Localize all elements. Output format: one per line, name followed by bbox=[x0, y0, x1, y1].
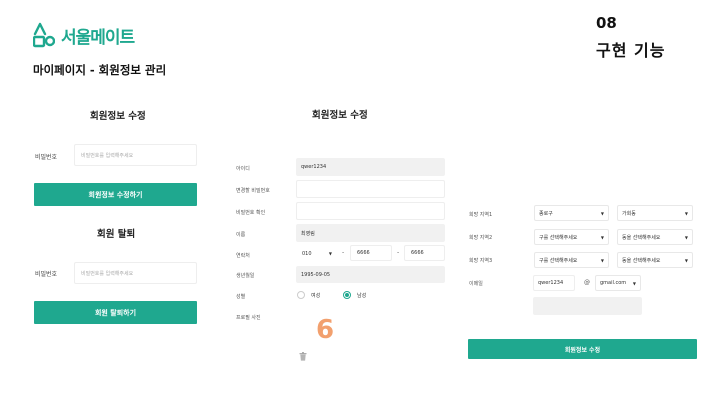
email-id-input[interactable]: qwer1234 bbox=[533, 275, 575, 291]
brand-name: 서울메이트 bbox=[61, 27, 135, 48]
caret-down-icon: ▼ bbox=[684, 257, 688, 263]
id-label: 아이디 bbox=[236, 166, 250, 172]
radio-icon bbox=[297, 291, 305, 299]
phone-label: 연락처 bbox=[236, 253, 250, 259]
caret-down-icon: ▼ bbox=[600, 234, 604, 240]
email-label: 이메일 bbox=[469, 281, 483, 287]
edit-submit-button[interactable]: 회원정보 수정하기 bbox=[34, 183, 197, 206]
region3-label: 희망 지역3 bbox=[469, 258, 493, 264]
caret-down-icon: ▼ bbox=[600, 210, 604, 216]
region2-gu-select[interactable]: 구를 선택해주세요 ▼ bbox=[534, 229, 609, 245]
region3-gu-value: 구를 선택해주세요 bbox=[539, 257, 578, 264]
logo-icon bbox=[33, 22, 55, 48]
id-field: qwer1234 bbox=[296, 158, 445, 176]
caret-down-icon: ▼ bbox=[684, 234, 688, 240]
region1-gu-value: 종로구 bbox=[539, 210, 553, 217]
phone-prefix-value: 010 bbox=[302, 250, 312, 257]
birth-field[interactable]: 1995-09-05 bbox=[296, 266, 445, 283]
caret-down-icon: ▼ bbox=[600, 257, 604, 263]
radio-checked-icon bbox=[343, 291, 351, 299]
region2-gu-value: 구를 선택해주세요 bbox=[539, 234, 578, 241]
region1-dong-value: 가회동 bbox=[622, 210, 636, 217]
form-title: 회원정보 수정 bbox=[310, 107, 370, 123]
caret-down-icon: ▼ bbox=[684, 210, 688, 216]
page-subtitle: 마이페이지 - 회원정보 관리 bbox=[33, 63, 167, 77]
brand-logo[interactable]: 서울메이트 bbox=[33, 22, 135, 48]
new-password-label: 변경할 비밀번호 bbox=[236, 188, 270, 194]
region-submit-button[interactable]: 회원정보 수정 bbox=[468, 339, 697, 359]
gender-female-radio[interactable]: 여성 bbox=[297, 291, 320, 299]
confirm-password-label: 비밀번호 확인 bbox=[236, 210, 266, 216]
withdraw-section-title: 회원 탈퇴 bbox=[95, 226, 138, 242]
region1-dong-select[interactable]: 가회동 ▼ bbox=[617, 205, 693, 221]
phone-separator: - bbox=[342, 249, 345, 256]
birth-label: 생년월일 bbox=[236, 273, 255, 279]
region1-gu-select[interactable]: 종로구 ▼ bbox=[534, 205, 609, 221]
email-domain-value: gmail.com bbox=[600, 280, 627, 286]
name-field[interactable]: 최영림 bbox=[296, 224, 445, 242]
region3-gu-select[interactable]: 구를 선택해주세요 ▼ bbox=[534, 252, 609, 268]
phone-mid-input[interactable]: 6666 bbox=[350, 245, 392, 261]
gender-male-label: 남성 bbox=[357, 292, 367, 299]
email-at: @ bbox=[584, 279, 590, 286]
withdraw-password-input[interactable]: 비밀번호를 입력해주세요 bbox=[74, 262, 197, 284]
photo-label: 프로필 사진 bbox=[236, 315, 261, 321]
section-title: 구현 기능 bbox=[592, 37, 670, 61]
withdraw-submit-button[interactable]: 회원 탈퇴하기 bbox=[34, 301, 197, 324]
region2-dong-select[interactable]: 동을 선택해주세요 ▼ bbox=[617, 229, 693, 245]
section-number: 08 bbox=[596, 14, 617, 32]
edit-password-input[interactable]: 비밀번호를 입력해주세요 bbox=[74, 144, 197, 166]
region3-dong-value: 동을 선택해주세요 bbox=[622, 257, 661, 264]
photo-annotation: 6 bbox=[316, 315, 335, 345]
new-password-input[interactable] bbox=[296, 180, 445, 198]
withdraw-password-label: 비밀번호 bbox=[35, 271, 58, 278]
name-label: 이름 bbox=[236, 232, 246, 238]
phone-last-input[interactable]: 6666 bbox=[404, 245, 445, 261]
phone-separator-2: - bbox=[397, 249, 400, 256]
gender-label: 성별 bbox=[236, 294, 246, 300]
region1-label: 희망 지역1 bbox=[469, 212, 493, 218]
email-direct-input[interactable] bbox=[533, 297, 642, 315]
trash-icon[interactable] bbox=[299, 352, 307, 361]
region2-dong-value: 동을 선택해주세요 bbox=[622, 234, 661, 241]
caret-down-icon: ▼ bbox=[328, 251, 332, 256]
edit-section-title: 회원정보 수정 bbox=[88, 108, 148, 124]
gender-female-label: 여성 bbox=[311, 292, 321, 299]
email-domain-select[interactable]: gmail.com ▼ bbox=[595, 275, 641, 291]
region2-label: 희망 지역2 bbox=[469, 235, 493, 241]
phone-prefix-select[interactable]: 010 ▼ bbox=[298, 246, 336, 261]
caret-down-icon: ▼ bbox=[632, 280, 636, 286]
region3-dong-select[interactable]: 동을 선택해주세요 ▼ bbox=[617, 252, 693, 268]
edit-password-label: 비밀번호 bbox=[35, 154, 58, 161]
confirm-password-input[interactable] bbox=[296, 202, 445, 220]
gender-male-radio[interactable]: 남성 bbox=[343, 291, 366, 299]
